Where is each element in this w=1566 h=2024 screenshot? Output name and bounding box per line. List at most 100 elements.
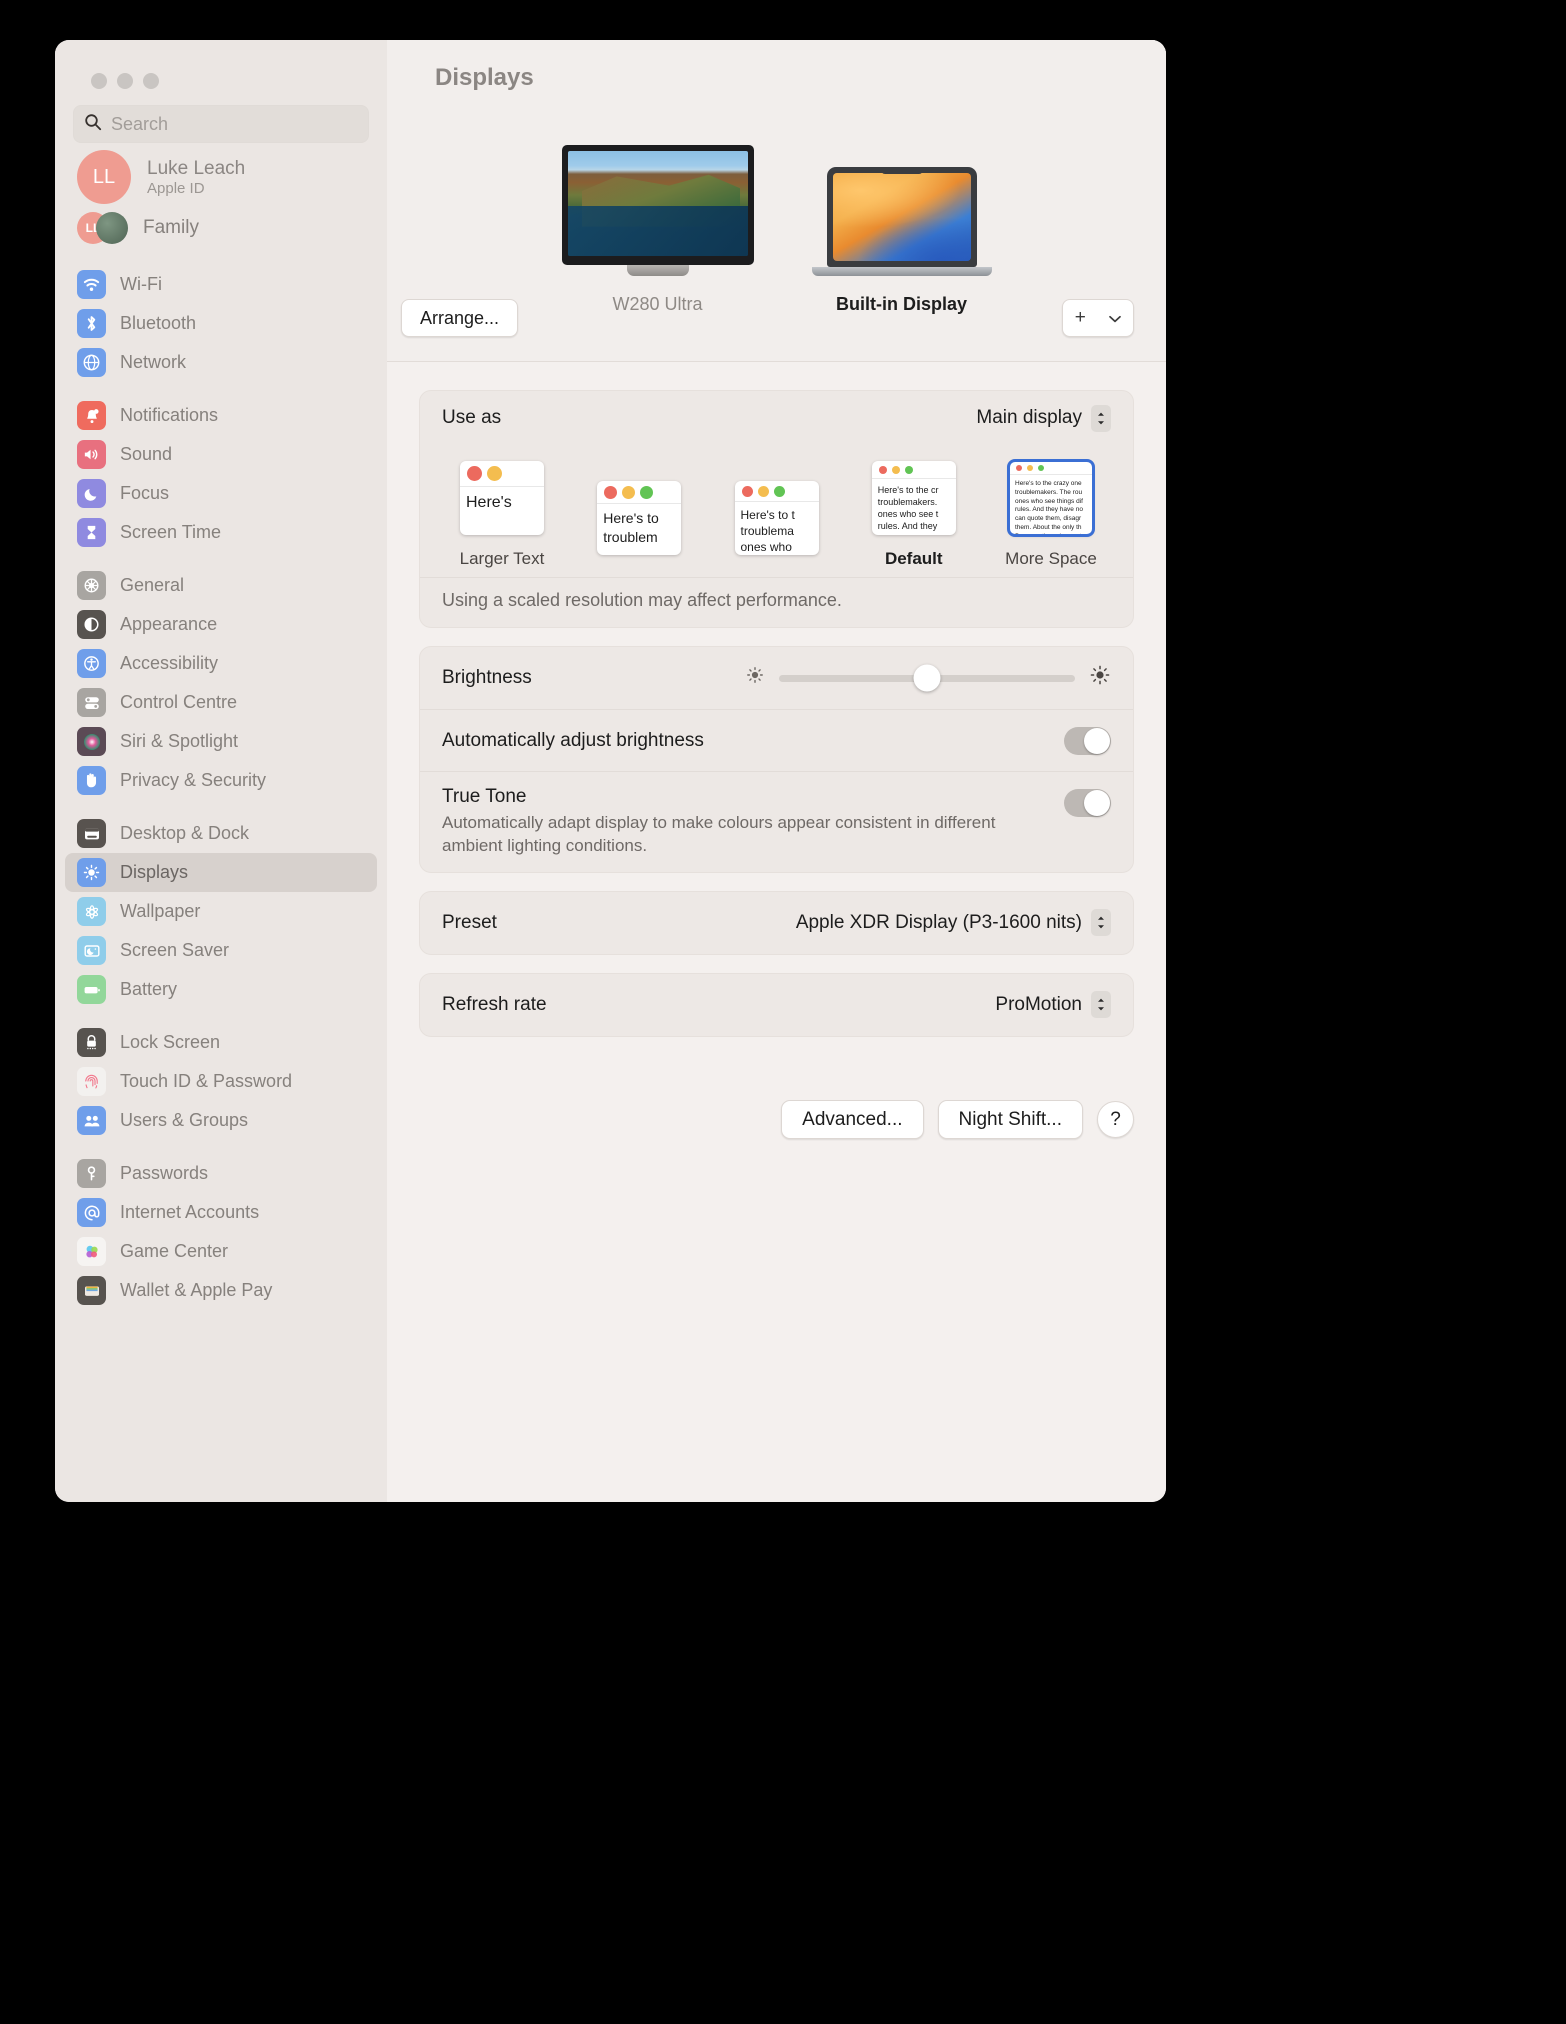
sidebar-item-label: Notifications <box>120 405 219 425</box>
search-input[interactable]: Search <box>73 105 369 143</box>
preset-popup[interactable]: Apple XDR Display (P3-1600 nits) <box>796 909 1111 937</box>
sidebar-group-accounts: Passwords Internet Accounts Game Center <box>65 1154 377 1310</box>
brightness-track[interactable] <box>779 664 1075 692</box>
close-button[interactable] <box>91 73 107 89</box>
sidebar-item-privacy-security[interactable]: Privacy & Security <box>65 761 377 800</box>
sidebar-item-label: Desktop & Dock <box>120 823 250 843</box>
true-tone-label: True Tone <box>442 786 527 807</box>
resolution-option[interactable]: Here's to t troublema ones who <box>725 481 829 569</box>
sidebar-item-touch-id-password[interactable]: Touch ID & Password <box>65 1062 377 1101</box>
external-monitor-icon <box>561 145 754 276</box>
sidebar-item-family[interactable]: LL Family <box>65 205 377 251</box>
footer-buttons: Advanced... Night Shift... ? <box>781 1100 1134 1139</box>
sidebar-item-lock-screen[interactable]: Lock Screen <box>65 1023 377 1062</box>
sidebar-item-battery[interactable]: Battery <box>65 970 377 1009</box>
sidebar-item-desktop-dock[interactable]: Desktop & Dock <box>65 814 377 853</box>
sidebar-item-label: Users & Groups <box>120 1110 249 1130</box>
resolution-thumbnail: Here's <box>460 461 544 535</box>
avatar: LL <box>77 150 131 204</box>
display-option-builtin[interactable]: Built-in Display <box>811 167 992 315</box>
sidebar-item-screen-time[interactable]: Screen Time <box>65 513 377 552</box>
refresh-rate-popup[interactable]: ProMotion <box>995 991 1111 1019</box>
sidebar-item-focus[interactable]: Focus <box>65 474 377 513</box>
account-name: Luke Leach <box>147 157 246 179</box>
lock-icon <box>77 1028 106 1057</box>
sidebar-item-label: Passwords <box>120 1163 209 1183</box>
display-option-external[interactable]: W280 Ultra <box>561 145 754 315</box>
resolution-option[interactable]: Here's to the cr troublemakers. ones who… <box>862 461 966 569</box>
display-name: Built-in Display <box>835 294 967 314</box>
settings-cards: Use as Main display Here's Larger Text H… <box>419 390 1134 1055</box>
resolution-thumbnail: Here's to the cr troublemakers. ones who… <box>871 461 956 535</box>
resolution-option[interactable]: Here's Larger Text <box>450 461 554 569</box>
sidebar-item-users-groups[interactable]: Users & Groups <box>65 1101 377 1140</box>
resolution-option-selected[interactable]: Here's to the crazy one troublemakers. T… <box>999 459 1103 569</box>
sidebar-item-wallet-apple-pay[interactable]: Wallet & Apple Pay <box>65 1271 377 1310</box>
search-container: Search <box>55 89 387 143</box>
hourglass-icon <box>77 518 106 547</box>
game-center-icon <box>77 1237 106 1266</box>
contrast-icon <box>77 610 106 639</box>
sidebar-item-sound[interactable]: Sound <box>65 435 377 474</box>
sidebar-item-apple-id[interactable]: LL Luke Leach Apple ID <box>65 149 377 205</box>
preset-row: Preset Apple XDR Display (P3-1600 nits) <box>420 892 1133 954</box>
wallpaper-icon <box>77 897 106 926</box>
system-settings-window: Search LL Luke Leach Apple ID LL Family <box>55 40 1166 1502</box>
globe-icon <box>77 348 106 377</box>
help-button[interactable]: ? <box>1097 1101 1134 1138</box>
sidebar-item-wi-fi[interactable]: Wi-Fi <box>65 265 377 304</box>
true-tone-toggle[interactable] <box>1064 789 1111 817</box>
advanced-button[interactable]: Advanced... <box>781 1100 924 1139</box>
page-title: Displays <box>435 64 534 91</box>
sidebar-item-passwords[interactable]: Passwords <box>65 1154 377 1193</box>
sidebar-item-internet-accounts[interactable]: Internet Accounts <box>65 1193 377 1232</box>
main-content: Displays W280 Ultra Built-in Display Arr… <box>387 40 1166 1502</box>
sidebar-item-label: Game Center <box>120 1241 229 1261</box>
thumbnail-text: Here's to the crazy one troublemakers. T… <box>1015 480 1083 535</box>
display-picker-header: Displays W280 Ultra Built-in Display Arr… <box>387 40 1166 362</box>
sidebar-item-notifications[interactable]: Notifications <box>65 396 377 435</box>
hand-icon <box>77 766 106 795</box>
sidebar-item-displays[interactable]: Displays <box>65 853 377 892</box>
sidebar-group-network: Wi-Fi Bluetooth Network <box>65 265 377 382</box>
key-icon <box>77 1159 106 1188</box>
sidebar-item-label: Touch ID & Password <box>120 1071 293 1091</box>
sidebar-item-label: Battery <box>120 979 178 999</box>
bell-icon <box>77 401 106 430</box>
selected-display-pointer <box>827 362 858 377</box>
sidebar-item-label: Displays <box>120 862 189 882</box>
laptop-icon <box>811 167 992 276</box>
sidebar-item-accessibility[interactable]: Accessibility <box>65 644 377 683</box>
minimize-button[interactable] <box>117 73 133 89</box>
battery-icon <box>77 975 106 1004</box>
brightness-slider[interactable] <box>532 664 1111 692</box>
auto-brightness-toggle[interactable] <box>1064 726 1111 755</box>
use-as-popup[interactable]: Main display <box>976 404 1111 432</box>
resolution-option[interactable]: Here's to troublem <box>587 481 691 569</box>
sidebar-item-game-center[interactable]: Game Center <box>65 1232 377 1271</box>
sidebar-item-siri-spotlight[interactable]: Siri & Spotlight <box>65 722 377 761</box>
sidebar-item-label: Privacy & Security <box>120 770 267 790</box>
night-shift-button[interactable]: Night Shift... <box>937 1100 1083 1139</box>
arrange-button[interactable]: Arrange... <box>401 299 519 337</box>
refresh-rate-label: Refresh rate <box>442 993 547 1015</box>
sidebar-item-control-centre[interactable]: Control Centre <box>65 683 377 722</box>
true-tone-description: Automatically adapt display to make colo… <box>442 813 996 855</box>
users-icon <box>77 1106 106 1135</box>
chevron-down-icon <box>1109 307 1122 329</box>
sidebar-item-bluetooth[interactable]: Bluetooth <box>65 304 377 343</box>
sidebar-item-wallpaper[interactable]: Wallpaper <box>65 892 377 931</box>
sidebar-item-network[interactable]: Network <box>65 343 377 382</box>
sidebar-item-label: Network <box>120 352 187 372</box>
true-tone-text: True Tone Automatically adapt display to… <box>442 772 1002 872</box>
sidebar-item-screen-saver[interactable]: Screen Saver <box>65 931 377 970</box>
stepper-icon <box>1091 909 1111 937</box>
brightness-knob[interactable] <box>913 664 941 692</box>
resolution-label: Default <box>884 549 943 568</box>
maximize-button[interactable] <box>143 73 159 89</box>
accessibility-icon <box>77 649 106 678</box>
resolution-label: Larger Text <box>459 549 545 568</box>
sidebar-item-general[interactable]: General <box>65 566 377 605</box>
add-display-button[interactable]: + <box>1062 299 1134 337</box>
sidebar-item-appearance[interactable]: Appearance <box>65 605 377 644</box>
